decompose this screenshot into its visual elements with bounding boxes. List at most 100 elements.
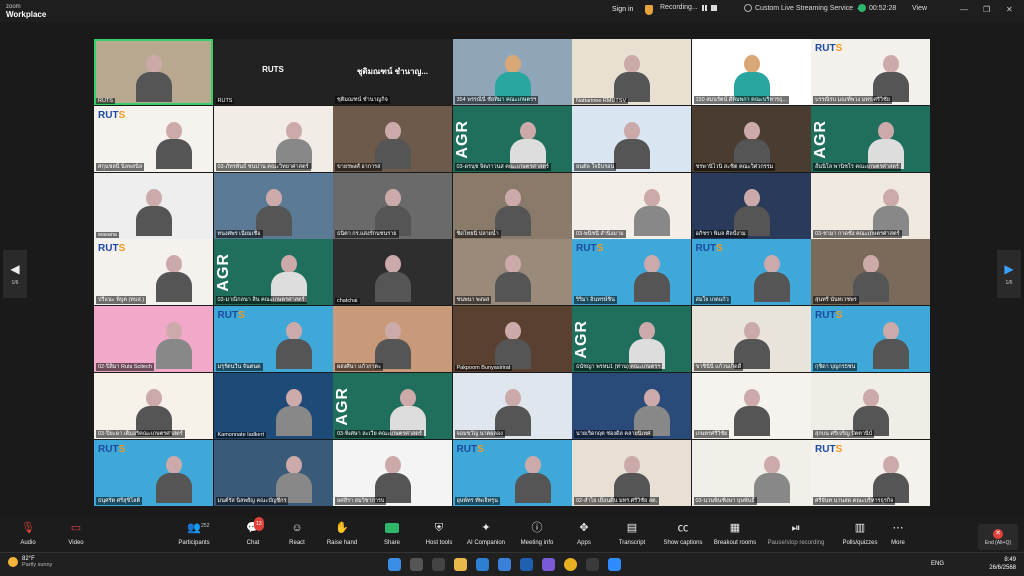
participant-tile[interactable]: 03-ภัทรพันธ์ ชนปาน คณะวิทยาศาสตร์	[213, 105, 333, 172]
participant-tile[interactable]: AGR 03-มาณิกลนา สิน คณะเกษตรศาสตร์	[213, 239, 333, 306]
participant-tile[interactable]: RUTS กุชิดา บุญกร5ชน	[811, 306, 930, 373]
participants-button[interactable]: 👥 252 Participants	[166, 521, 222, 546]
pause-recording-button[interactable]: ⏯ Pause/stop recording	[768, 521, 825, 546]
participant-tile[interactable]: อภิชรา พิมล ศิลป์งาม	[691, 172, 811, 239]
participant-tile[interactable]: ธนิตา กร.แสงรักนชนราย	[333, 172, 452, 239]
live-stream-indicator[interactable]: Custom Live Streaming Service ⌄	[744, 4, 862, 12]
participant-tile[interactable]: RUTS ปรีแนะ พิบูต (ทบส.)	[94, 239, 213, 306]
participant-tile[interactable]: 354 พรรณีนี่ ชัยทิมา คณะเกษตรฯ	[452, 39, 572, 105]
raise-hand-label: Raise hand	[326, 540, 358, 546]
participant-tile[interactable]: 03-พนิชนี สำนิงมาม	[572, 172, 691, 239]
minimize-icon[interactable]: —	[960, 5, 968, 14]
participant-tile[interactable]: AGR 03-พิเศษา ละเวีย คณะเกษตรศาสตร์	[333, 372, 452, 439]
participant-tile[interactable]: RUTS ริริมา อินทรษ์ชิน	[572, 239, 691, 306]
breakout-rooms-button[interactable]: ▦ Breakout rooms	[707, 521, 763, 546]
participant-tile[interactable]: wasana	[94, 172, 213, 239]
more-button[interactable]: ⋯ More	[870, 521, 926, 546]
participant-tile[interactable]: เกษตรศรีวิชัย	[691, 372, 811, 439]
edge-icon[interactable]	[476, 558, 489, 571]
participant-tile[interactable]: มนต์รัส นิลพยัญ คณะบัญชีกร	[213, 439, 333, 506]
participant-tile[interactable]: RUTS ธนุศรัต ศรีสุขิโลติ	[94, 439, 213, 506]
participant-tile[interactable]: Nattarinee RMUTSV	[572, 39, 691, 105]
recording-label: Recording...	[660, 4, 698, 11]
clock[interactable]: 8:49 26/6/2568	[989, 556, 1016, 572]
participant-tile[interactable]: จอมขวัญ นาคผลอง	[452, 372, 572, 439]
participant-video	[154, 322, 194, 372]
participant-tile[interactable]: Kamonnate Iadkert	[213, 372, 333, 439]
zoom-icon[interactable]	[608, 558, 621, 571]
participant-tile[interactable]: Pakpoom Bunyasirirat	[452, 306, 572, 373]
transcript-button[interactable]: ▤ Transcript	[604, 521, 660, 546]
ai-companion-button[interactable]: ✦ AI Companion	[458, 521, 514, 546]
video-button[interactable]: ▭ Video	[48, 521, 104, 546]
participant-tile[interactable]: สุนทรี นันทเวชพร	[811, 239, 930, 306]
participant-tile[interactable]: RUTS ศรีจันท นานสด คณะบริหารธุรกิจ	[811, 439, 930, 506]
participant-tile[interactable]: ผสงศินา แก้วกาตะ	[333, 306, 452, 373]
participant-video	[513, 455, 553, 506]
shield-icon[interactable]	[645, 5, 653, 15]
participant-tile[interactable]: นายเริ่ดกฤต ช่องดิล คลายนิเทศ	[572, 372, 691, 439]
search-icon[interactable]	[410, 558, 423, 571]
sun-icon	[8, 557, 18, 567]
chrome-icon[interactable]	[564, 558, 577, 571]
participant-tile[interactable]: RUTS บรรณิรบ มณฑ์พวง มทร.ศรีวิชัย	[811, 39, 930, 105]
participant-name: 03-พนิชนี สำนิงมาม	[574, 229, 626, 238]
more-icon: ⋯	[892, 522, 904, 534]
teams-icon[interactable]	[542, 558, 555, 571]
stop-icon[interactable]	[710, 4, 717, 11]
weather-widget[interactable]: 82°F Partly sunny	[8, 556, 52, 568]
participant-tile[interactable]: ยนตัล ใจธิบรอน	[572, 105, 691, 172]
participant-tile[interactable]: 03-ชามา กาดชัง คณะเกษตรศาสตร์	[811, 172, 930, 239]
sparkle-icon: ✦	[481, 522, 491, 534]
raise-hand-button[interactable]: ✋ Raise hand	[314, 521, 370, 546]
participant-tile[interactable]: ขาชินีนี แก้วนเกิดดี	[691, 306, 811, 373]
participant-tile[interactable]: ชนพนา พงษส	[452, 239, 572, 306]
participant-tile[interactable]: 03-นวนพินฑิงษา บุษพันธิ์	[691, 439, 811, 506]
weather-text: Partly sunny	[22, 562, 53, 568]
previous-page-button[interactable]: ◀ 1/6	[3, 250, 27, 298]
participant-tile[interactable]: ชิดไทยนี ปลายน้ำ	[452, 172, 572, 239]
participant-tile[interactable]: RUTS มรุรัตนวีน จันตนด	[213, 306, 333, 373]
more-label: More	[891, 540, 905, 546]
participant-tile[interactable]: AGR อั้นนิโล พานิชโร คณะเกษตรศาสตร์	[811, 105, 930, 172]
participant-tile[interactable]: 03-ปิยะดา เต็มอริคณะเกษตรศาสตร์	[94, 372, 213, 439]
participant-tile[interactable]: RUTS อุษพ์ทร ทัพเจ็ทรุน	[452, 439, 572, 506]
app-icon[interactable]	[586, 558, 599, 571]
poll-icon: ▥	[854, 522, 866, 534]
participant-tile[interactable]: RUTS RUTS	[213, 39, 333, 105]
end-meeting-button[interactable]: ✕ End (Alt+Q)	[978, 524, 1018, 550]
file-explorer-icon[interactable]	[454, 558, 467, 571]
participant-tile[interactable]: chatchai	[333, 239, 452, 306]
participant-tile[interactable]: AGR ธนัชญา พรหม1 (ท่าน) คณะเกษตรฯ	[572, 306, 691, 373]
participant-tile[interactable]: RUTS ศกุนชลนิ์ นิลพลนิล	[94, 105, 213, 172]
outlook-icon[interactable]	[498, 558, 511, 571]
close-icon[interactable]: ✕	[1006, 5, 1013, 14]
end-x-icon: ✕	[993, 528, 1003, 539]
recording-indicator[interactable]: Recording...	[660, 4, 717, 11]
participant-tile[interactable]: AGR 03-ดรนุช จิตภาวนส คณะเกษตรศาสตร์	[452, 105, 572, 172]
participant-tile[interactable]: 02-ลำไย เยือนดิน มทร.ศรีวิชัย สต.	[572, 439, 691, 506]
participant-tile[interactable]: ชุติมณฑน์ ชำนาญ... ชุติมณฑน์ ชำนาญกิจ	[333, 39, 452, 105]
task-view-icon[interactable]	[432, 558, 445, 571]
participant-tile[interactable]: สุกบน ศรีเจริญ ปัตตานีบ์	[811, 372, 930, 439]
ai-companion-label: AI Companion	[466, 540, 506, 546]
participant-tile[interactable]: RUTS สมใจ เกตแก้ว	[691, 239, 811, 306]
participant-tile[interactable]: 150 สมนรัตน์ ดีพิมพกา คณะบริหารธุ...	[691, 39, 811, 105]
participant-tile[interactable]: RUTS	[94, 39, 213, 105]
show-captions-button[interactable]: ㏄ Show captions	[655, 521, 711, 546]
view-button[interactable]: View	[912, 5, 927, 12]
language-indicator[interactable]: ENG	[931, 561, 944, 567]
word-icon[interactable]	[520, 558, 533, 571]
sign-in-link[interactable]: Sign in	[612, 6, 633, 13]
participant-tile[interactable]: 02-ปิสิมา Ruts Scitech	[94, 306, 213, 373]
maximize-icon[interactable]: ❐	[983, 5, 990, 14]
participant-tile[interactable]: ยศสิรา สมวิชาการบ	[333, 439, 452, 506]
pause-icon[interactable]	[701, 4, 707, 11]
share-label: Share	[383, 540, 400, 546]
participant-tile[interactable]: ขายรพงศ์ อาการส	[333, 105, 452, 172]
next-page-button[interactable]: ▶ 1/6	[997, 250, 1021, 298]
participant-tile[interactable]: ทนงศพร เนื่ยมเชื่อ	[213, 172, 333, 239]
share-screen-icon	[385, 521, 399, 535]
participant-tile[interactable]: ชรพานิไวนิ สะชิต คณะวิศวกรรม	[691, 105, 811, 172]
windows-start-icon[interactable]	[388, 558, 401, 571]
